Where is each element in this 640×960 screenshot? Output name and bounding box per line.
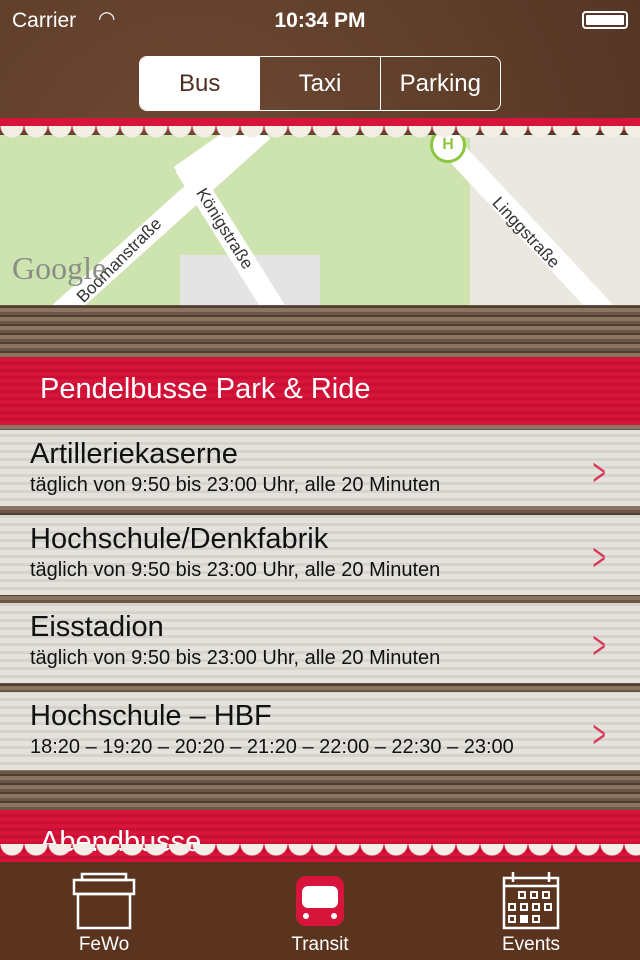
bus-icon [296,876,344,926]
segment-taxi[interactable]: Taxi [259,57,379,110]
tab-bar: FeWo Transit Events [0,844,640,960]
transport-segmented-control[interactable]: Bus Taxi Parking [139,56,501,111]
map[interactable]: Bodmanstraße Königstraße Linggstraße H G… [0,135,640,307]
calendar-icon [502,872,560,930]
route-title: Artilleriekaserne [30,438,238,470]
route-schedule: täglich von 9:50 bis 23:00 Uhr, alle 20 … [30,474,441,496]
scallop-border [0,126,640,156]
route-row[interactable]: Hochschule – HBF 18:20 – 19:20 – 20:20 –… [0,692,640,770]
route-row[interactable]: Eisstadion täglich von 9:50 bis 23:00 Uh… [0,603,640,683]
route-title: Hochschule – HBF [30,700,272,732]
chevron-right-icon: > [592,452,606,494]
chevron-right-icon: > [592,714,606,756]
google-logo: Google [12,250,107,286]
tab-label: Transit [291,934,349,955]
route-title: Eisstadion [30,611,164,643]
tab-label: FeWo [78,934,130,955]
route-schedule: 18:20 – 19:20 – 20:20 – 21:20 – 22:00 – … [30,736,514,758]
route-schedule: täglich von 9:50 bis 23:00 Uhr, alle 20 … [30,559,441,581]
segment-parking[interactable]: Parking [379,57,500,110]
route-schedule: täglich von 9:50 bis 23:00 Uhr, alle 20 … [30,647,441,669]
route-row[interactable]: Hochschule/Denkfabrik täglich von 9:50 b… [0,515,640,595]
section-title: Pendelbusse Park & Ride [40,373,371,405]
battery-icon [582,11,628,29]
clock: 10:34 PM [274,9,366,32]
status-bar: Carrier ◠ 10:34 PM [0,0,640,40]
route-title: Hochschule/Denkfabrik [30,523,329,555]
tab-events[interactable]: Events [471,872,591,956]
tab-fewo[interactable]: FeWo [44,872,164,956]
chevron-right-icon: > [592,625,606,667]
tab-label: Events [501,934,561,955]
route-row[interactable]: Artilleriekaserne täglich von 9:50 bis 2… [0,430,640,506]
segment-bus[interactable]: Bus [140,57,260,110]
house-icon [72,872,136,930]
chevron-right-icon: > [592,537,606,579]
tab-transit[interactable]: Transit [260,872,380,956]
